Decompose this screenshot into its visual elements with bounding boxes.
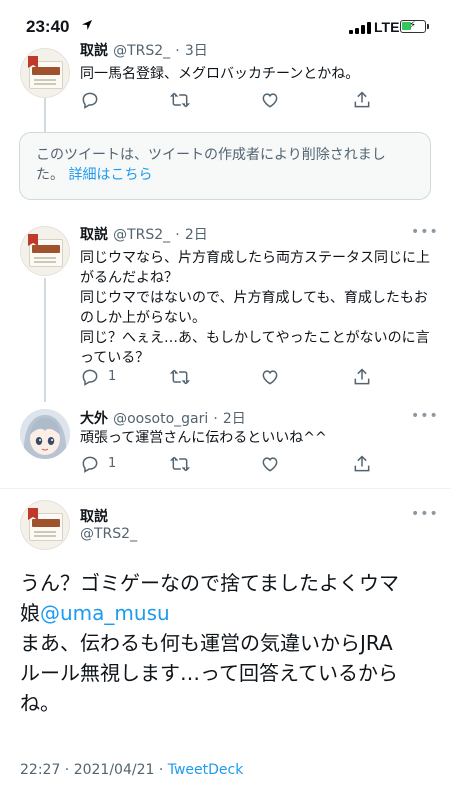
avatar-image [20,409,70,459]
deleted-tweet-notice: このツイートは、ツイートの作成者により削除されまし た。 詳細はこちら [19,132,431,200]
avatar[interactable] [20,500,70,550]
tweet-text-line: 同じウマなら、片方育成したら両方ステータス同じに上 [80,250,430,266]
status-time: 23:40 [26,17,70,36]
reply-icon [82,92,98,109]
retweet-button[interactable] [169,90,191,112]
tweet-text: 同一馬名登録、メグロバッカチーンとかね。 [80,66,360,82]
reply-icon [82,456,98,473]
tweet-text-line: がるんだよね？ [80,270,178,286]
like-icon [262,457,278,472]
avatar[interactable] [20,48,70,98]
author-name[interactable]: 取説 [80,43,108,59]
retweet-icon [169,456,191,472]
separator-dot: · [213,411,218,427]
network-label: LTE [374,19,400,35]
retweet-button[interactable] [169,367,191,389]
like-icon [262,370,278,385]
share-button[interactable] [352,367,372,389]
more-options-icon[interactable]: ••• [411,506,439,522]
author-handle[interactable]: @TRS2_ [80,526,137,542]
thread-line [44,278,46,402]
like-button[interactable] [260,454,280,476]
tweet-date[interactable]: 2日 [223,411,246,427]
tweet-meta: 22:27 · 2021/04/21 · TweetDeck [20,762,243,778]
battery-icon: ⚡ [400,20,429,33]
reply-count: 1 [108,456,117,471]
author-name[interactable]: 大外 [80,411,108,427]
retweet-button[interactable] [169,454,191,476]
tweet-text: 同じウマなら、片方育成したら両方ステータス同じに上 がるんだよね？ 同じウマでは… [80,248,440,368]
author-name[interactable]: 取説 [80,227,108,243]
avatar[interactable] [20,409,70,459]
author-handle[interactable]: @TRS2_ [113,227,170,243]
tweet-text-line: のしか上がらない。 [80,310,206,326]
tweet-header: 大外 @oosoto_gari · 2日 [80,408,246,428]
main-tweet-line: 娘 [20,601,40,625]
share-button[interactable] [352,90,372,112]
tweet-actions: 1 [80,454,380,476]
reply-button[interactable] [80,90,100,112]
tweet-text-line: 同じウマではないので、片方育成しても、育成したもお [80,290,428,306]
separator-dot: · [175,227,180,243]
author-name[interactable]: 取説 [80,506,108,526]
avatar[interactable] [20,226,70,276]
share-button[interactable] [352,454,372,476]
more-options-icon[interactable]: ••• [411,408,439,424]
main-tweet-text: うん？ゴミゲーなので捨てましたよくウマ 娘@uma_musu まあ、伝わるも何も… [20,568,432,718]
retweet-icon [169,92,191,108]
like-icon [262,93,278,108]
tweet-header: 取説 @TRS2_ · 2日 [80,224,208,244]
retweet-icon [169,369,191,385]
divider [0,488,451,489]
like-button[interactable] [260,367,280,389]
share-icon [354,368,370,385]
tweet-timestamp[interactable]: 22:27 · 2021/04/21 · [20,762,168,778]
details-link[interactable]: 詳細はこちら [68,167,152,183]
main-tweet-line: まあ、伝わるも何も運営の気違いからJRA [20,631,393,655]
reply-button[interactable]: 1 [80,454,116,476]
reply-button[interactable]: 1 [80,367,116,389]
tweet-text-line: 同じ？へぇえ…あ、もしかしてやったことがないのに言 [80,330,430,346]
more-options-icon[interactable]: ••• [411,224,439,240]
tweet-actions [80,90,380,112]
like-button[interactable] [260,90,280,112]
main-tweet-line: うん？ゴミゲーなので捨てましたよくウマ [20,571,399,595]
main-tweet-line: ね。 [20,691,60,715]
reply-count: 1 [108,369,117,384]
author-handle[interactable]: @TRS2_ [113,43,170,59]
tweet-date[interactable]: 2日 [185,227,208,243]
status-bar: 23:40 LTE ⚡ [0,0,451,50]
tweet-header: 取説 @TRS2_ · 3日 [80,40,208,60]
reply-icon [82,369,98,386]
share-icon [354,91,370,108]
tweet-source-link[interactable]: TweetDeck [168,762,244,778]
deleted-notice-line1: このツイートは、ツイートの作成者により削除されまし [36,147,386,163]
main-tweet-line: ルール無視します…って回答えているから [20,661,398,685]
share-icon [354,455,370,472]
author-handle[interactable]: @oosoto_gari [113,411,208,427]
mention-link[interactable]: @uma_musu [40,601,170,625]
tweet-text-line: っている？ [80,350,150,366]
signal-icon [349,22,371,34]
separator-dot: · [175,43,180,59]
location-arrow-icon [82,20,92,30]
deleted-notice-line2: た。 [36,167,64,183]
tweet-text: 頑張って運営さんに伝わるといいね^^ [80,430,327,446]
tweet-actions: 1 [80,367,380,389]
thread-line [44,96,46,132]
tweet-date[interactable]: 3日 [185,43,208,59]
